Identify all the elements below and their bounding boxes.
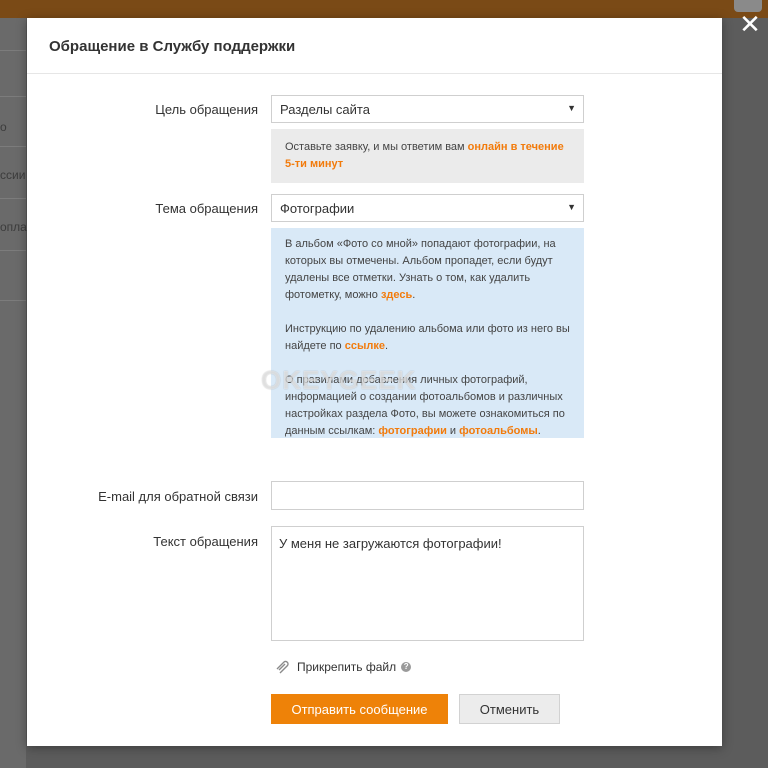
purpose-note: Оставьте заявку, и мы ответим вам онлайн… — [271, 129, 584, 183]
background-text-fragment: ссии — [0, 168, 26, 182]
topic-info-punct: . — [537, 425, 541, 437]
topic-info-link-photos[interactable]: фотографии — [378, 425, 446, 437]
email-field[interactable] — [271, 481, 584, 510]
attach-file-label: Прикрепить файл — [297, 660, 397, 674]
send-message-button[interactable]: Отправить сообщение — [271, 694, 448, 724]
topic-info-paragraph: В альбом «Фото со мной» попадают фотогра… — [285, 236, 570, 304]
background-left-panel: о ссии опла — [0, 18, 27, 768]
topic-info-link-here[interactable]: здесь — [381, 289, 412, 301]
attach-file-link[interactable]: Прикрепить файл ? — [273, 658, 412, 676]
topic-info-punct: . — [412, 289, 416, 301]
topic-info-punct: . — [384, 340, 389, 352]
modal-title: Обращение в Службу поддержки — [49, 38, 296, 55]
chevron-down-icon: ▼ — [567, 202, 576, 212]
help-icon[interactable]: ? — [401, 662, 412, 672]
close-icon[interactable]: ✕ — [736, 10, 764, 38]
divider — [0, 146, 26, 147]
support-modal: Обращение в Службу поддержки Цель обраще… — [27, 18, 722, 746]
background-text-fragment: опла — [0, 220, 27, 234]
topic-info-paragraph: О правилами добавления личных фотографий… — [285, 372, 570, 440]
topic-info-link-instruction[interactable]: ссылке — [345, 340, 385, 352]
cancel-button[interactable]: Отменить — [459, 694, 560, 724]
purpose-select[interactable]: Разделы сайта ▼ — [271, 95, 584, 123]
divider — [0, 250, 26, 251]
modal-header: Обращение в Службу поддержки — [27, 18, 722, 74]
email-label: E-mail для обратной связи — [98, 489, 258, 504]
topic-select[interactable]: Фотографии ▼ — [271, 194, 584, 222]
topic-info-and: и — [446, 425, 460, 437]
message-label: Текст обращения — [153, 534, 258, 549]
purpose-select-value: Разделы сайта — [280, 102, 370, 117]
purpose-label: Цель обращения — [155, 102, 258, 117]
divider — [0, 300, 26, 301]
chevron-down-icon: ▼ — [567, 103, 576, 113]
topic-info-text: В альбом «Фото со мной» попадают фотогра… — [285, 238, 556, 301]
paperclip-icon — [276, 660, 289, 674]
background-top-bar — [0, 0, 768, 18]
message-textarea[interactable]: У меня не загружаются фотографии! — [271, 526, 584, 641]
topic-info-text: Инструкцию по удалению альбома или фото … — [285, 323, 570, 352]
topic-info-link-albums[interactable]: фотоальбомы — [459, 425, 538, 437]
divider — [0, 198, 26, 199]
background-text-fragment: о — [0, 120, 7, 134]
purpose-note-text: Оставьте заявку, и мы ответим вам — [285, 141, 468, 153]
topic-info: В альбом «Фото со мной» попадают фотогра… — [271, 228, 584, 438]
topic-label: Тема обращения — [155, 201, 258, 216]
topic-info-paragraph: Инструкцию по удалению альбома или фото … — [285, 321, 570, 355]
topic-select-value: Фотографии — [280, 201, 355, 216]
divider — [0, 50, 26, 51]
divider — [0, 96, 26, 97]
